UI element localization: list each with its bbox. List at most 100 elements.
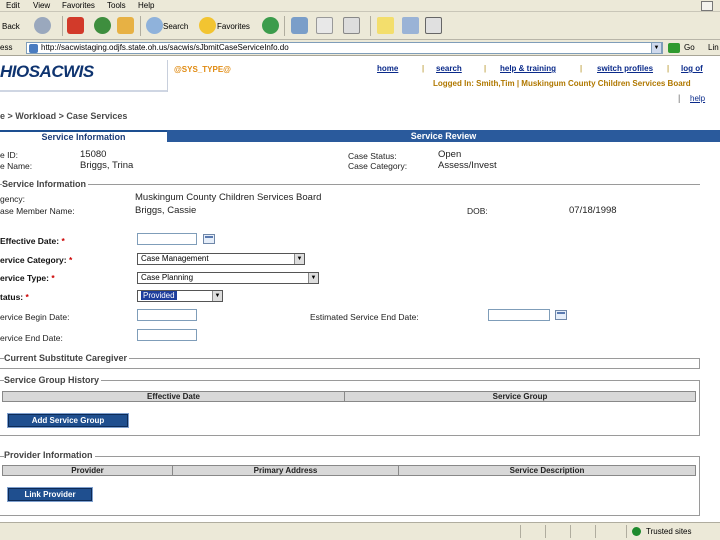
menu-tools[interactable]: Tools <box>107 1 126 10</box>
case-member-label: ase Member Name: <box>0 206 75 216</box>
status-select[interactable]: Provided ▼ <box>137 290 223 302</box>
link-provider-button[interactable]: Link Provider <box>7 487 93 502</box>
menu-view[interactable]: View <box>33 1 50 10</box>
nav-separator: | <box>422 64 425 73</box>
help-separator: | <box>678 93 681 103</box>
search-button[interactable]: Search <box>163 22 188 31</box>
back-button[interactable]: Back <box>2 22 20 31</box>
history-icon[interactable] <box>262 17 279 34</box>
agency-value: Muskingum County Children Services Board <box>135 192 322 203</box>
research-icon[interactable] <box>425 17 442 34</box>
case-status-value: Open <box>438 149 462 160</box>
nav-search-link[interactable]: search <box>436 64 462 73</box>
search-icon[interactable] <box>146 17 163 34</box>
favorites-button[interactable]: Favorites <box>217 22 250 31</box>
breadcrumb: e > Workload > Case Services <box>0 111 128 121</box>
service-category-label: ervice Category: * <box>0 255 73 265</box>
service-end-date-input[interactable] <box>137 329 197 341</box>
trusted-sites-label: Trusted sites <box>646 527 692 536</box>
case-name-label: e Name: <box>0 161 33 171</box>
mail-icon[interactable] <box>291 17 308 34</box>
case-id-label: e ID: <box>0 150 18 160</box>
case-category-value: Assess/Invest <box>438 160 497 171</box>
chevron-down-icon: ▼ <box>308 273 318 283</box>
menu-help[interactable]: Help <box>138 1 154 10</box>
case-member-value: Briggs, Cassie <box>135 205 197 216</box>
chevron-down-icon: ▼ <box>294 254 304 264</box>
section-border <box>0 184 700 185</box>
caregiver-title: Current Substitute Caregiver <box>4 353 130 363</box>
tab-service-information[interactable]: Service Information <box>0 130 167 142</box>
notes-icon[interactable] <box>377 17 394 34</box>
service-group-box <box>0 380 700 436</box>
edit-icon[interactable] <box>343 17 360 34</box>
agency-label: gency: <box>0 194 26 204</box>
case-category-label: Case Category: <box>348 161 408 171</box>
nav-home-link[interactable]: home <box>377 64 398 73</box>
case-name-value: Briggs, Trina <box>80 160 134 171</box>
url-input[interactable]: http://sacwistaging.odjfs.state.oh.us/sa… <box>26 42 663 54</box>
add-service-group-button[interactable]: Add Service Group <box>7 413 129 428</box>
url-text: http://sacwistaging.odjfs.state.oh.us/sa… <box>41 43 289 52</box>
nav-switch-profiles-link[interactable]: switch profiles <box>597 64 653 73</box>
estimated-end-date-label: Estimated Service End Date: <box>310 312 419 322</box>
service-group-table-header: Effective Date Service Group <box>2 391 696 402</box>
nav-logoff-link[interactable]: log of <box>681 64 703 73</box>
service-begin-date-label: ervice Begin Date: <box>0 312 70 322</box>
dob-value: 07/18/1998 <box>569 205 617 216</box>
service-category-select[interactable]: Case Management ▼ <box>137 253 305 265</box>
address-label: ess <box>0 43 13 52</box>
service-end-date-label: ervice End Date: <box>0 333 63 343</box>
calendar-icon[interactable] <box>203 234 215 244</box>
service-begin-date-input[interactable] <box>137 309 197 321</box>
nav-separator: | <box>580 64 583 73</box>
nav-help-training-link[interactable]: help & training <box>500 64 556 73</box>
column-effective-date[interactable]: Effective Date <box>3 392 345 401</box>
case-id-value: 15080 <box>80 149 107 160</box>
column-primary-address[interactable]: Primary Address <box>173 466 399 475</box>
estimated-end-date-input[interactable] <box>488 309 550 321</box>
links-button[interactable]: Lin <box>708 43 719 52</box>
service-information-title: Service Information <box>2 179 89 189</box>
url-dropdown-icon[interactable]: ▼ <box>651 42 662 54</box>
print-icon[interactable] <box>316 17 333 34</box>
home-icon[interactable] <box>117 17 134 34</box>
calendar-icon[interactable] <box>555 310 567 320</box>
logo-divider <box>0 90 168 92</box>
trusted-sites-icon <box>632 527 641 536</box>
effective-date-input[interactable] <box>137 233 197 245</box>
provider-information-title: Provider Information <box>4 450 95 460</box>
browser-toolbar: Back Search Favorites <box>0 12 720 40</box>
forward-icon[interactable] <box>34 17 51 34</box>
window-restore-icon[interactable] <box>701 1 713 11</box>
header-divider <box>167 60 168 92</box>
stop-icon[interactable] <box>67 17 84 34</box>
provider-table-header: Provider Primary Address Service Descrip… <box>2 465 696 476</box>
messenger-icon[interactable] <box>402 17 419 34</box>
tab-service-review[interactable]: Service Review <box>167 130 720 142</box>
service-type-label: ervice Type: * <box>0 273 55 283</box>
status-label: tatus: * <box>0 292 29 302</box>
logged-in-info: Logged In: Smith,Tim | Muskingum County … <box>433 79 691 88</box>
effective-date-label: Effective Date: * <box>0 236 65 246</box>
menu-favorites[interactable]: Favorites <box>62 1 95 10</box>
dob-label: DOB: <box>467 206 488 216</box>
system-type-label: @SYS_TYPE@ <box>174 65 231 74</box>
service-group-history-title: Service Group History <box>4 375 102 385</box>
refresh-icon[interactable] <box>94 17 111 34</box>
help-link[interactable]: help <box>690 94 705 103</box>
nav-separator: | <box>484 64 487 73</box>
menu-edit[interactable]: Edit <box>6 1 20 10</box>
menu-bar: Edit View Favorites Tools Help <box>0 0 720 12</box>
sacwis-logo: HIOSACWIS <box>0 62 94 81</box>
case-status-label: Case Status: <box>348 151 397 161</box>
nav-separator: | <box>667 64 670 73</box>
column-service-description[interactable]: Service Description <box>399 466 695 475</box>
favorites-star-icon[interactable] <box>199 17 216 34</box>
service-type-select[interactable]: Case Planning ▼ <box>137 272 319 284</box>
column-provider[interactable]: Provider <box>3 466 173 475</box>
go-arrow-icon[interactable] <box>668 43 680 53</box>
go-button[interactable]: Go <box>684 43 695 52</box>
column-service-group[interactable]: Service Group <box>345 392 695 401</box>
page-icon <box>29 44 38 53</box>
